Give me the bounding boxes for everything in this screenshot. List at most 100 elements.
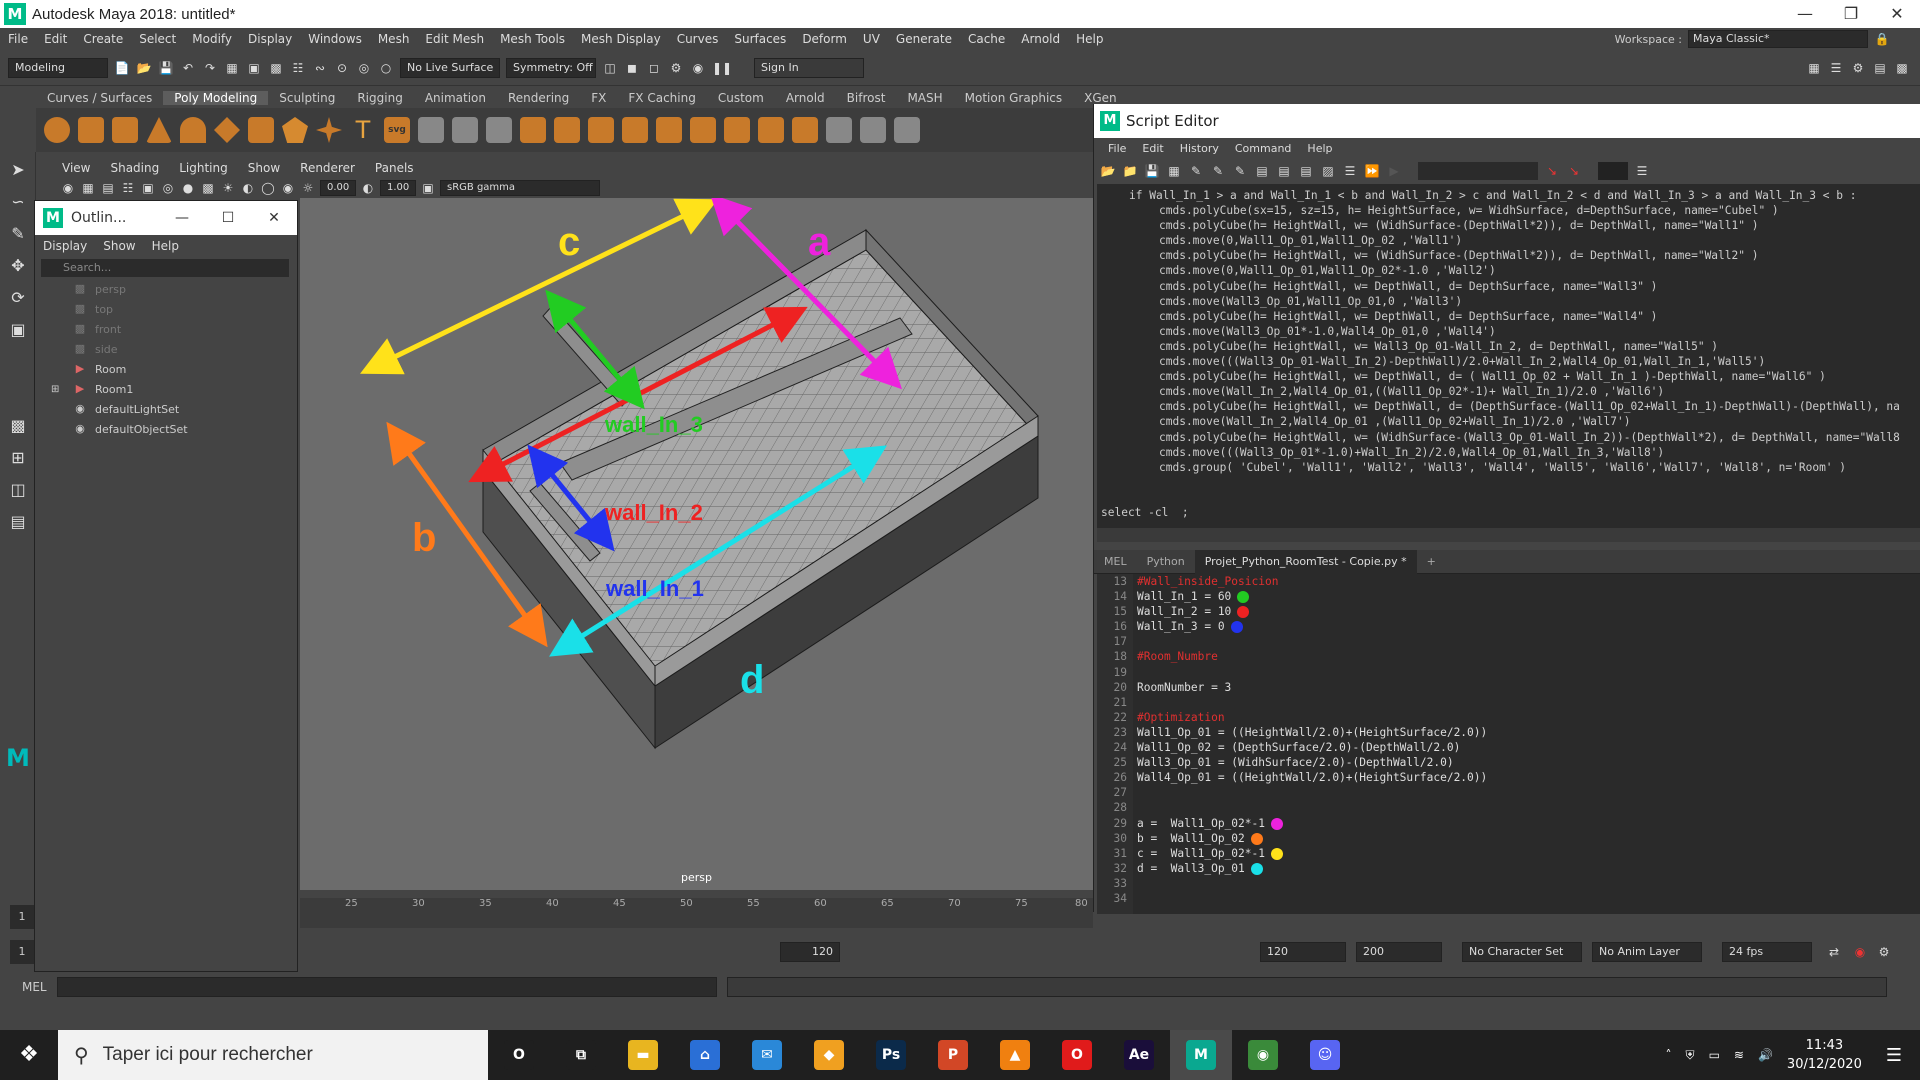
outliner-search-input[interactable]: Search... — [41, 259, 289, 277]
outliner-item-default-object-set[interactable]: ◉ defaultObjectSet — [35, 419, 297, 439]
wifi-icon[interactable]: ≋ — [1734, 1048, 1744, 1062]
gamma-field[interactable]: 1.00 — [380, 180, 416, 196]
shelf-tab-bifrost[interactable]: Bifrost — [836, 91, 897, 105]
viewport-menu-show[interactable]: Show — [238, 161, 290, 175]
lock-icon[interactable]: 🔒 — [1874, 31, 1890, 47]
render-frame-icon[interactable]: ◼ — [624, 60, 640, 76]
platonic-solid-icon[interactable] — [282, 117, 308, 143]
view-transform-dropdown[interactable]: sRGB gamma — [440, 180, 600, 196]
taskbar-app-mail[interactable]: ✉ — [736, 1030, 798, 1080]
render-settings-icon[interactable]: ⚙ — [668, 60, 684, 76]
boolean-icon[interactable] — [520, 117, 546, 143]
taskbar-app-maya[interactable]: M — [1170, 1030, 1232, 1080]
current-frame-field[interactable]: 1 — [10, 905, 34, 929]
show-input-icon[interactable]: ☰ — [1342, 163, 1358, 179]
menu-select[interactable]: Select — [131, 32, 184, 46]
snap-curve-icon[interactable]: ∾ — [312, 60, 328, 76]
tool-settings-icon[interactable]: ⚙ — [1850, 60, 1866, 76]
viewport-menu-renderer[interactable]: Renderer — [290, 161, 365, 175]
anim-layer-dropdown[interactable]: No Anim Layer — [1592, 942, 1702, 962]
outliner-item-front[interactable]: ▩ front — [35, 319, 297, 339]
select-component-icon[interactable]: ▩ — [268, 60, 284, 76]
clear-history-icon[interactable]: ▤ — [1254, 163, 1270, 179]
shelf-tab-arnold[interactable]: Arnold — [775, 91, 836, 105]
shelf-tab-curves-surfaces[interactable]: Curves / Surfaces — [36, 91, 163, 105]
character-set-dropdown[interactable]: No Character Set — [1462, 942, 1582, 962]
shelf-tab-motion-graphics[interactable]: Motion Graphics — [954, 91, 1074, 105]
save-to-shelf-icon[interactable]: ▦ — [1166, 163, 1182, 179]
append-polygon-icon[interactable] — [690, 117, 716, 143]
planar-mapping-icon[interactable] — [894, 117, 920, 143]
select-hierarchy-icon[interactable]: ▦ — [224, 60, 240, 76]
isolate-icon[interactable]: ◯ — [260, 180, 276, 196]
outliner-item-side[interactable]: ▩ side — [35, 339, 297, 359]
layer-editor-icon[interactable]: ▩ — [1894, 60, 1910, 76]
code-lines[interactable]: #Wall_inside_Posicion Wall_In_1 = 60 Wall_… — [1133, 574, 1487, 914]
four-view-icon[interactable]: ⊞ — [4, 444, 32, 472]
attribute-editor-icon[interactable]: ☰ — [1828, 60, 1844, 76]
loop-icon[interactable]: ⇄ — [1826, 944, 1842, 960]
open-script-icon[interactable]: 📂 — [1100, 163, 1116, 179]
shelf-tab-animation[interactable]: Animation — [414, 91, 497, 105]
script-editor-titlebar[interactable]: M Script Editor — [1094, 104, 1920, 138]
menu-deform[interactable]: Deform — [794, 32, 855, 46]
poly-cylinder-icon[interactable] — [112, 117, 138, 143]
redo-icon[interactable]: ↷ — [202, 60, 218, 76]
menu-edit[interactable]: Edit — [36, 32, 75, 46]
poly-cone-icon[interactable] — [146, 117, 172, 143]
outliner-menu-show[interactable]: Show — [95, 239, 143, 253]
anim-prefs-icon[interactable]: ⚙ — [1876, 944, 1892, 960]
scale-tool-icon[interactable]: ▣ — [4, 316, 32, 344]
modeling-toolkit-icon[interactable]: ▦ — [1806, 60, 1822, 76]
close-button[interactable]: ✕ — [251, 210, 297, 226]
channel-box-icon[interactable]: ▤ — [1872, 60, 1888, 76]
taskbar-app-brave[interactable]: ◆ — [798, 1030, 860, 1080]
poly-sphere-icon[interactable] — [44, 117, 70, 143]
restore-button[interactable]: ❐ — [1828, 0, 1874, 28]
menu-edit-mesh[interactable]: Edit Mesh — [417, 32, 492, 46]
volume-icon[interactable]: 🔊 — [1758, 1048, 1773, 1062]
ipr-render-icon[interactable]: ◻ — [646, 60, 662, 76]
perspective-viewport[interactable]: c a b d wall_In_2 wall_In_1 persp — [300, 198, 1093, 890]
taskbar-app-after-effects[interactable]: Ae — [1108, 1030, 1170, 1080]
shelf-tab-rendering[interactable]: Rendering — [497, 91, 580, 105]
command-language-label[interactable]: MEL — [22, 980, 47, 994]
shelf-tab-custom[interactable]: Custom — [707, 91, 775, 105]
film-gate-icon[interactable]: ▣ — [140, 180, 156, 196]
taskbar-search-box[interactable]: ⚲ Taper ici pour rechercher — [58, 1030, 488, 1080]
batch-render-icon[interactable]: ✎ — [1232, 163, 1248, 179]
target-weld-icon[interactable] — [826, 117, 852, 143]
expand-icon[interactable]: ⊞ — [51, 384, 59, 395]
menu-mesh-display[interactable]: Mesh Display — [573, 32, 669, 46]
shelf-tab-xgen[interactable]: XGen — [1073, 91, 1128, 105]
grid-icon[interactable]: ☷ — [120, 180, 136, 196]
se-menu-edit[interactable]: Edit — [1134, 142, 1171, 155]
poly-disc-icon[interactable] — [248, 117, 274, 143]
source-script-icon[interactable]: 📁 — [1122, 163, 1138, 179]
persp-outliner-layout-icon[interactable]: ◫ — [4, 476, 32, 504]
echo-all-icon[interactable]: ✎ — [1188, 163, 1204, 179]
poly-text-icon[interactable]: T — [350, 117, 376, 143]
outliner-item-room[interactable]: ▶ Room — [35, 359, 297, 379]
menu-curves[interactable]: Curves — [669, 32, 727, 46]
outliner-item-room1[interactable]: ⊞ ▶ Room1 — [35, 379, 297, 399]
fps-dropdown[interactable]: 24 fps — [1722, 942, 1812, 962]
history-scrollbar[interactable] — [1097, 528, 1920, 542]
collapse-icon[interactable] — [860, 117, 886, 143]
sign-in-button[interactable]: Sign In — [754, 57, 864, 78]
bookmarks-icon[interactable]: ▦ — [80, 180, 96, 196]
max-frame-field[interactable]: 200 — [1356, 942, 1442, 962]
undo-icon[interactable]: ↶ — [180, 60, 196, 76]
single-view-icon[interactable]: ▩ — [4, 412, 32, 440]
script-input-panel[interactable]: 13 14 15 16 17 18 19 20 21 22 23 24 25 26 27 28 29 30 31 32… — [1097, 574, 1920, 914]
security-icon[interactable]: ⛨ — [1686, 1048, 1695, 1063]
mode-dropdown[interactable]: Modeling — [8, 57, 108, 78]
select-object-icon[interactable]: ▣ — [246, 60, 262, 76]
render-view-icon[interactable]: ◫ — [602, 60, 618, 76]
shelf-tab-poly-modeling[interactable]: Poly Modeling — [163, 91, 269, 105]
clear-input-icon[interactable]: ▤ — [1276, 163, 1292, 179]
menu-arnold[interactable]: Arnold — [1013, 32, 1068, 46]
shelf-tab-rigging[interactable]: Rigging — [346, 91, 413, 105]
camera-attributes-icon[interactable]: ◉ — [60, 180, 76, 196]
snap-view-icon[interactable]: ◎ — [356, 60, 372, 76]
